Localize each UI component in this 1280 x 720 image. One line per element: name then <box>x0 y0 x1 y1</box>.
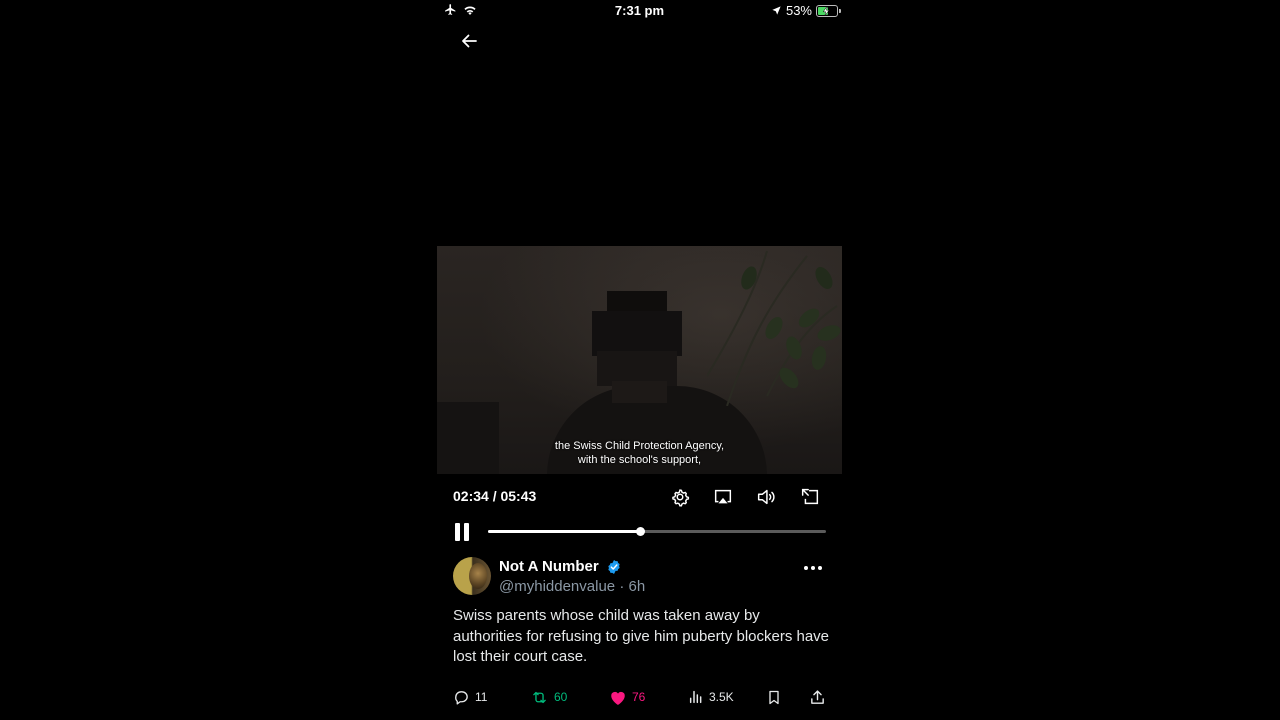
retweet-icon <box>533 691 546 703</box>
views-chart-icon <box>689 690 702 704</box>
video-settings-button[interactable] <box>669 486 691 508</box>
pip-button[interactable] <box>799 486 821 508</box>
pause-bar-left <box>455 523 460 541</box>
video-subtitle-line1: the Swiss Child Protection Agency, <box>554 440 725 452</box>
video-progress-played <box>488 530 641 533</box>
share-button[interactable] <box>809 688 826 706</box>
video-pixelated-face <box>587 291 687 403</box>
battery-percent: 53% <box>785 3 812 18</box>
arrow-left-icon <box>462 34 477 48</box>
video-plant <box>706 246 842 407</box>
video-scrubber-handle[interactable] <box>636 527 646 536</box>
video-subtitle-line2: with the school's support, <box>577 454 702 466</box>
pause-bar-right <box>464 523 469 541</box>
airplay-button[interactable] <box>712 486 734 508</box>
bookmark-button[interactable] <box>766 688 782 706</box>
pause-button[interactable] <box>451 521 473 543</box>
location-arrow-icon <box>772 6 781 15</box>
reply-button[interactable]: 11 <box>453 688 487 706</box>
reply-icon <box>455 690 468 705</box>
heart-filled-icon <box>611 691 625 705</box>
volume-icon <box>757 489 775 505</box>
views-button[interactable]: 3.5K <box>688 688 734 706</box>
reply-count: 11 <box>475 690 488 704</box>
pip-icon <box>801 488 819 505</box>
tweet-text: Swiss parents whose child was taken away… <box>453 607 830 665</box>
more-options-button[interactable] <box>802 560 824 576</box>
charging-bolt-icon <box>822 5 830 16</box>
battery-nub <box>839 8 841 13</box>
retweet-count: 60 <box>554 690 568 704</box>
lion-avatar-image <box>469 563 487 589</box>
views-count: 3.5K <box>709 690 734 704</box>
gear-icon <box>672 489 690 507</box>
handle-separator: · <box>619 578 625 595</box>
volume-button[interactable] <box>755 486 777 508</box>
video-progress-bar[interactable] <box>488 527 826 536</box>
like-count: 76 <box>632 690 646 704</box>
status-right: 53% <box>771 3 841 18</box>
user-handle[interactable]: @myhiddenvalue <box>499 578 615 595</box>
retweet-button[interactable]: 60 <box>530 688 567 706</box>
like-button[interactable]: 76 <box>609 688 645 706</box>
video-time-display: 02:34 / 05:43 <box>453 488 537 504</box>
avatar[interactable] <box>453 557 491 595</box>
display-name[interactable]: Not A Number <box>499 558 599 575</box>
back-button[interactable] <box>456 29 482 53</box>
verified-badge-icon <box>608 560 620 574</box>
tweet-age[interactable]: 6h <box>628 578 645 595</box>
handle-row: @myhiddenvalue · 6h <box>499 578 645 595</box>
share-icon <box>811 689 824 704</box>
more-dots-icon <box>804 566 822 570</box>
airplay-icon <box>714 489 732 504</box>
bookmark-icon <box>769 690 779 704</box>
status-bar: 7:31 pm 53% <box>437 0 842 22</box>
video-player[interactable]: the Swiss Child Protection Agency, with … <box>437 246 842 474</box>
battery-charging-icon <box>816 4 841 17</box>
